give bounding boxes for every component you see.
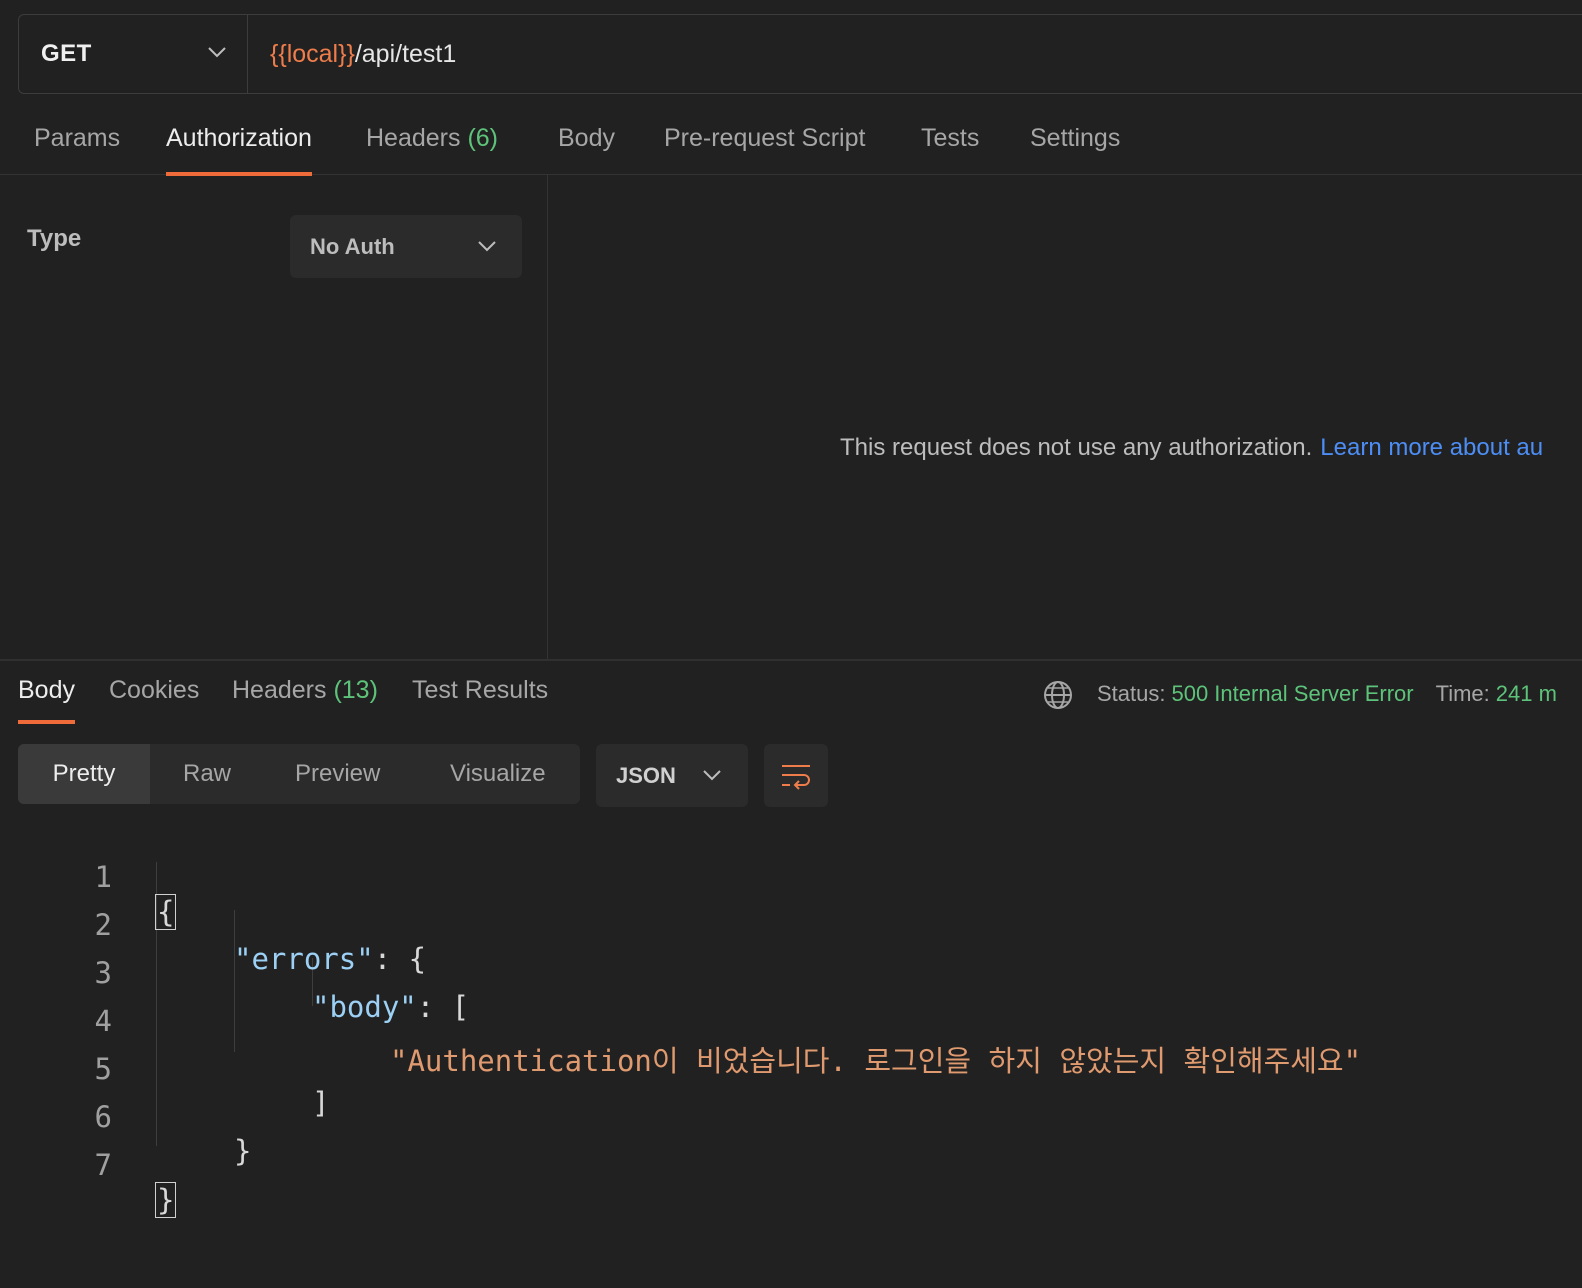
chevron-down-icon [703, 770, 721, 781]
tab-pre-request-script[interactable]: Pre-request Script [664, 124, 865, 174]
url-input[interactable]: {{local}}/api/test1 [248, 15, 456, 93]
wrap-lines-icon [782, 764, 810, 790]
view-preview-button[interactable]: Preview [295, 744, 380, 804]
view-raw-button[interactable]: Raw [183, 744, 231, 804]
tab-headers[interactable]: Headers (6) [366, 124, 498, 174]
code-line: 6 } [94, 1100, 252, 1168]
code-line: 3 "body": [ [94, 956, 470, 1024]
response-status: Status: 500 Internal Server Error Time: 241… [1097, 681, 1557, 706]
format-select[interactable]: JSON [596, 744, 748, 807]
response-tab-test-results[interactable]: Test Results [412, 676, 548, 722]
method-label: GET [41, 40, 92, 67]
method-select[interactable]: GET [19, 15, 248, 93]
tab-body[interactable]: Body [558, 124, 615, 174]
code-line: 7 } [94, 1148, 177, 1218]
response-tab-headers[interactable]: Headers (13) [232, 676, 378, 722]
response-headers-count: (13) [333, 676, 378, 704]
wrap-lines-button[interactable] [764, 744, 828, 807]
headers-count: (6) [467, 124, 499, 152]
tab-tests[interactable]: Tests [921, 124, 979, 174]
request-tabs: Params Authorization Headers (6) Body Pr… [0, 118, 1582, 176]
url-path: /api/test1 [354, 39, 457, 68]
view-visualize-button[interactable]: Visualize [450, 744, 546, 804]
response-tab-cookies[interactable]: Cookies [109, 676, 199, 722]
url-variable: {{local}} [270, 39, 355, 68]
auth-message: This request does not use any authorizat… [840, 434, 1544, 461]
tab-settings[interactable]: Settings [1030, 124, 1120, 174]
chevron-down-icon [208, 47, 226, 58]
time-value[interactable]: 241 m [1496, 681, 1557, 706]
learn-more-link[interactable]: Learn more about au [1320, 434, 1543, 461]
code-line: 4 "Authentication이 비었습니다. 로그인을 하지 않았는지 확… [94, 1004, 1362, 1078]
view-mode-group: Pretty Raw Preview Visualize [18, 744, 580, 804]
code-line: 1 { [94, 860, 177, 930]
status-value[interactable]: 500 Internal Server Error [1171, 681, 1413, 706]
chevron-down-icon [478, 241, 496, 252]
format-value: JSON [616, 762, 676, 788]
tab-params[interactable]: Params [34, 124, 120, 174]
response-tab-body[interactable]: Body [18, 676, 75, 724]
tab-authorization[interactable]: Authorization [166, 124, 312, 176]
pane-divider[interactable] [0, 659, 1582, 661]
auth-type-select[interactable]: No Auth [290, 215, 522, 278]
code-line: 2 "errors": { [94, 908, 427, 976]
auth-type-panel: Type No Auth [0, 175, 548, 660]
view-pretty-button[interactable]: Pretty [18, 744, 150, 804]
globe-icon[interactable] [1043, 680, 1073, 710]
auth-type-label: Type [27, 225, 82, 252]
request-url-bar: GET {{local}}/api/test1 [18, 14, 1582, 94]
code-line: 5 ] [94, 1052, 330, 1120]
auth-type-value: No Auth [310, 233, 395, 259]
